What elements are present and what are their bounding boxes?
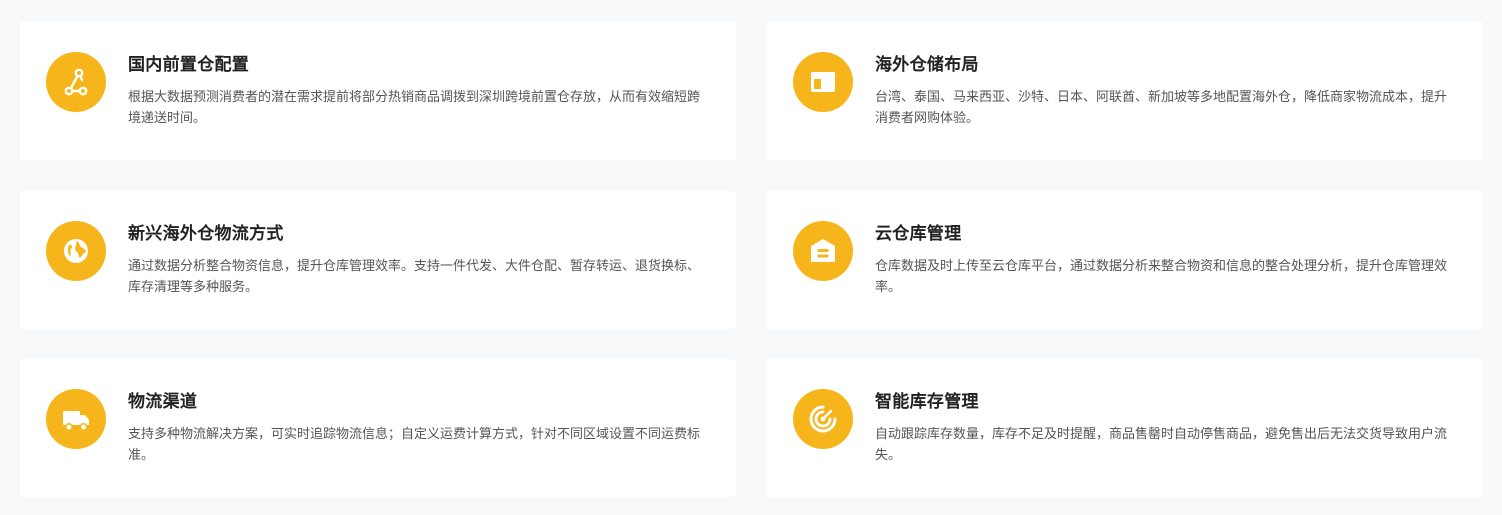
feature-card-smart-inventory: 智能库存管理 自动跟踪库存数量，库存不足及时提醒，商品售罄时自动停售商品，避免售… [767,359,1483,497]
card-title: 云仓库管理 [875,224,962,244]
feature-card-cloud-warehouse: 云仓库管理 仓库数据及时上传至云仓库平台，通过数据分析来整合物资和信息的整合处理… [767,191,1483,329]
card-title: 新兴海外仓物流方式 [128,224,284,244]
globe-icon [46,221,106,281]
card-description: 根据大数据预测消费者的潜在需求提前将部分热销商品调拨到深圳跨境前置仓存放，从而有… [128,90,701,126]
card-title: 智能库存管理 [875,392,979,412]
feature-card-overseas-layout: 海外仓储布局 台湾、泰国、马来西亚、沙特、日本、阿联酋、新加坡等多地配置海外仓，… [767,22,1483,160]
feature-grid: 国内前置仓配置 根据大数据预测消费者的潜在需求提前将部分热销商品调拨到深圳跨境前… [0,0,1502,515]
warehouse-icon [793,221,853,281]
card-description: 仓库数据及时上传至云仓库平台，通过数据分析来整合物资和信息的整合处理分析，提升仓… [875,259,1448,295]
delivery-truck-icon [46,389,106,449]
card-description: 台湾、泰国、马来西亚、沙特、日本、阿联酋、新加坡等多地配置海外仓，降低商家物流成… [875,90,1448,126]
card-description: 支持多种物流解决方案，可实时追踪物流信息；自定义运费计算方式，针对不同区域设置不… [128,427,701,463]
card-title: 国内前置仓配置 [128,55,250,75]
card-title: 物流渠道 [128,392,198,412]
feature-card-logistics-channel: 物流渠道 支持多种物流解决方案，可实时追踪物流信息；自定义运费计算方式，针对不同… [20,359,736,497]
radar-target-icon [793,389,853,449]
route-nodes-icon [46,52,106,112]
card-title: 海外仓储布局 [875,55,979,75]
feature-card-domestic-warehouse: 国内前置仓配置 根据大数据预测消费者的潜在需求提前将部分热销商品调拨到深圳跨境前… [20,22,736,160]
card-description: 自动跟踪库存数量，库存不足及时提醒，商品售罄时自动停售商品，避免售出后无法交货导… [875,427,1448,463]
window-layout-icon [793,52,853,112]
feature-card-new-logistics: 新兴海外仓物流方式 通过数据分析整合物资信息，提升仓库管理效率。支持一件代发、大… [20,191,736,329]
card-description: 通过数据分析整合物资信息，提升仓库管理效率。支持一件代发、大件仓配、暂存转运、退… [128,259,701,295]
